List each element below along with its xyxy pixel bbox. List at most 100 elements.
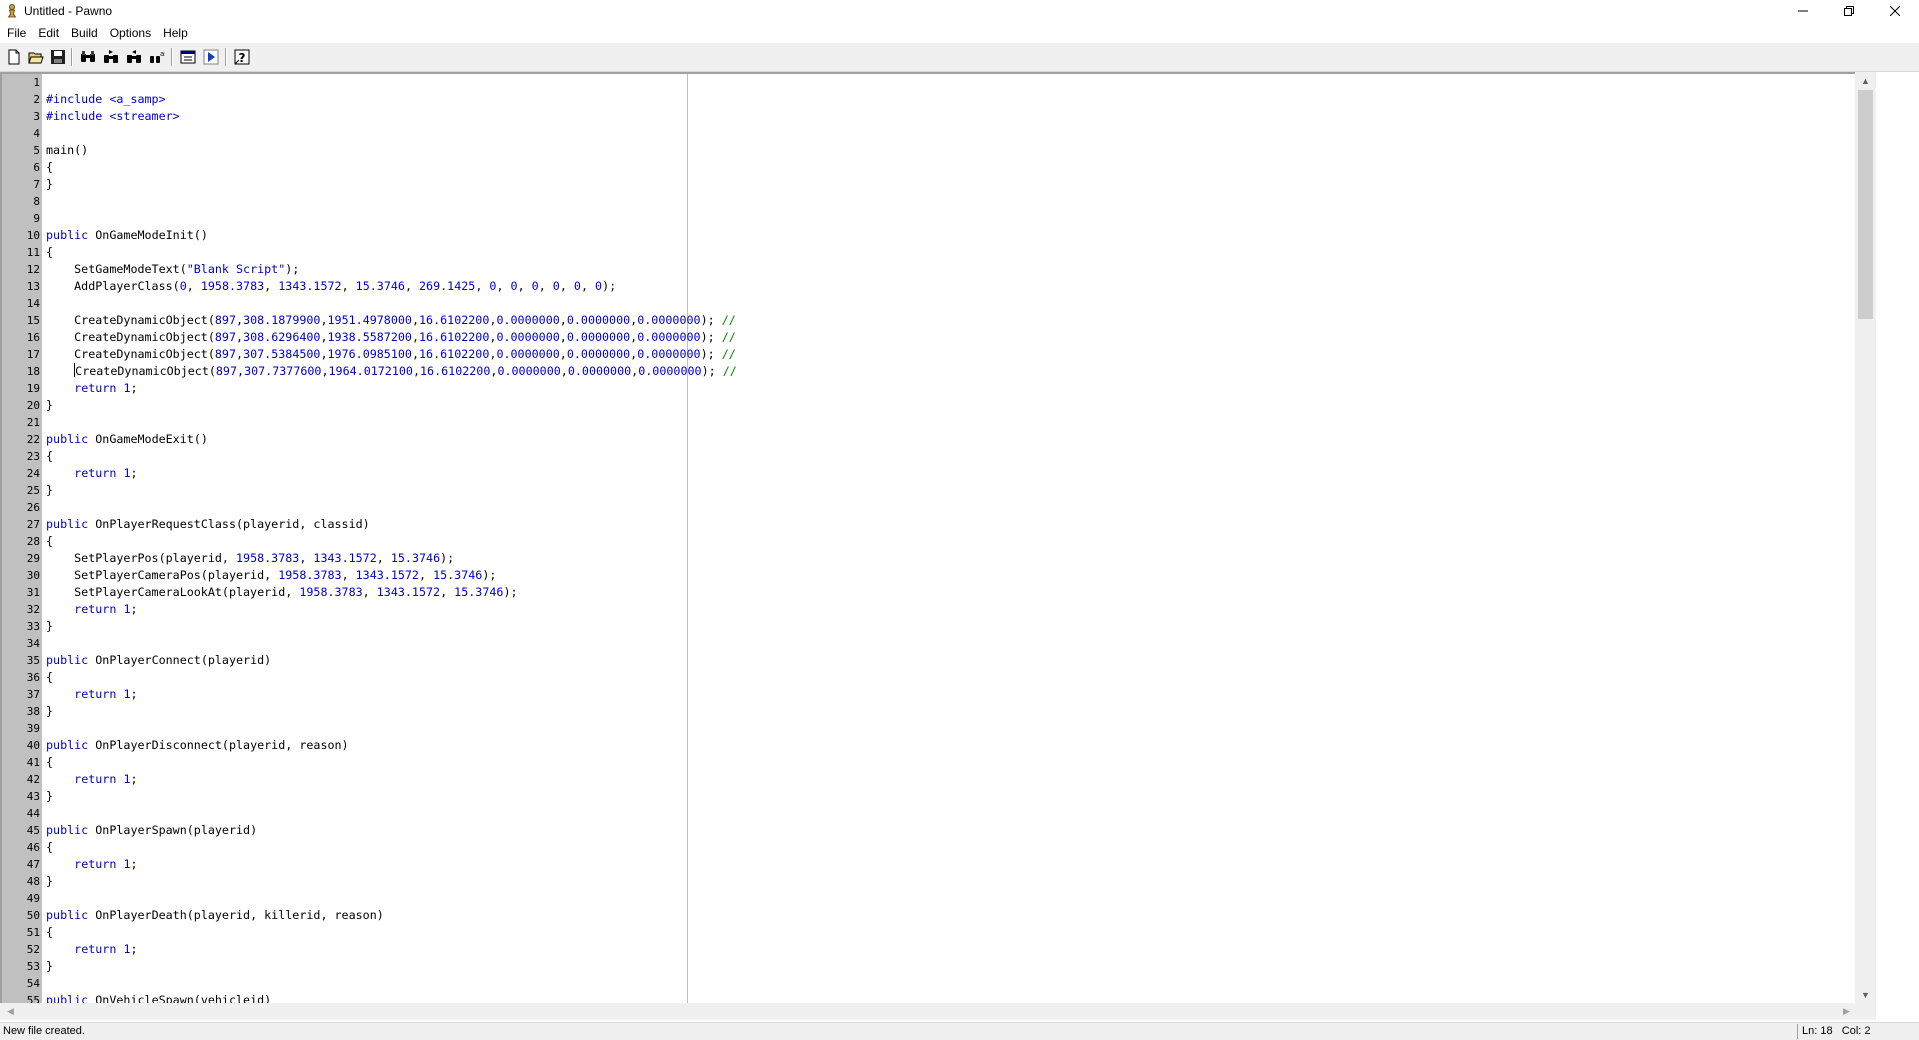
- code-line[interactable]: }: [46, 482, 53, 499]
- new-file-icon[interactable]: [4, 47, 24, 67]
- replace-icon[interactable]: ab: [147, 47, 167, 67]
- code-line[interactable]: return 1;: [46, 380, 137, 397]
- menu-edit[interactable]: Edit: [33, 23, 64, 43]
- code-line[interactable]: return 1;: [46, 686, 137, 703]
- line-number: 2: [33, 93, 40, 106]
- code-line[interactable]: SetGameModeText("Blank Script");: [46, 261, 299, 278]
- line-number: 4: [33, 127, 40, 140]
- code-line[interactable]: public OnPlayerDisconnect(playerid, reas…: [46, 737, 349, 754]
- line-number: 50: [26, 909, 40, 922]
- code-editor[interactable]: 1 2 3 4 5 6 7 8 9 10 11 12 13 14 15 16 17 18 19 20 21 22 23 24 2…: [0, 72, 1876, 1003]
- code-line[interactable]: return 1;: [46, 771, 137, 788]
- pawno-chess-pawn-icon: [7, 4, 17, 18]
- find-icon[interactable]: [78, 47, 98, 67]
- function-list-icon[interactable]: [178, 47, 198, 67]
- help-icon[interactable]: ?: [232, 47, 252, 67]
- code-line[interactable]: }: [46, 176, 53, 193]
- code-line[interactable]: return 1;: [46, 601, 137, 618]
- horizontal-scrollbar[interactable]: ◀ ▶: [0, 1003, 1876, 1020]
- code-line[interactable]: {: [46, 159, 53, 176]
- menu-options[interactable]: Options: [105, 23, 156, 43]
- code-line[interactable]: SetPlayerPos(playerid, 1958.3783, 1343.1…: [46, 550, 454, 567]
- find-previous-icon[interactable]: [124, 47, 144, 67]
- line-number: 8: [33, 195, 40, 208]
- line-number: 15: [26, 314, 40, 327]
- code-line[interactable]: {: [46, 924, 53, 941]
- line-number: 32: [26, 603, 40, 616]
- code-line[interactable]: {: [46, 448, 53, 465]
- line-number: 52: [26, 943, 40, 956]
- vertical-scrollbar[interactable]: ▲ ▼: [1855, 72, 1876, 1003]
- title-bar: Untitled - Pawno: [0, 0, 1919, 22]
- toolbar: ab ?: [0, 43, 1919, 72]
- find-next-icon[interactable]: [101, 47, 121, 67]
- code-line[interactable]: CreateDynamicObject(897,308.6296400,1938…: [46, 329, 736, 346]
- line-number: 12: [26, 263, 40, 276]
- line-number: 45: [26, 824, 40, 837]
- code-line[interactable]: {: [46, 754, 53, 771]
- code-line[interactable]: return 1;: [46, 465, 137, 482]
- line-number: 25: [26, 484, 40, 497]
- code-line[interactable]: return 1;: [46, 941, 137, 958]
- code-line[interactable]: {: [46, 244, 53, 261]
- vertical-scroll-thumb[interactable]: [1858, 90, 1873, 319]
- line-number: 21: [26, 416, 40, 429]
- right-margin-guide: [687, 74, 688, 1003]
- minimize-icon[interactable]: [1780, 0, 1826, 22]
- scroll-left-icon[interactable]: ◀: [2, 1003, 19, 1020]
- code-line[interactable]: }: [46, 397, 53, 414]
- menu-help[interactable]: Help: [158, 23, 193, 43]
- scroll-right-icon[interactable]: ▶: [1838, 1003, 1855, 1020]
- code-line[interactable]: #include <a_samp>: [46, 91, 166, 108]
- save-file-icon[interactable]: [48, 47, 68, 67]
- line-number: 35: [26, 654, 40, 667]
- line-number: 3: [33, 110, 40, 123]
- menu-file[interactable]: File: [2, 23, 31, 43]
- line-number: 9: [33, 212, 40, 225]
- compile-run-icon[interactable]: [201, 47, 221, 67]
- status-bar: New file created. Ln: 18 Col: 2: [0, 1022, 1919, 1040]
- code-line[interactable]: public OnPlayerConnect(playerid): [46, 652, 271, 669]
- code-line[interactable]: #include <streamer>: [46, 108, 180, 125]
- code-line[interactable]: SetPlayerCameraLookAt(playerid, 1958.378…: [46, 584, 517, 601]
- restore-icon[interactable]: [1826, 0, 1872, 22]
- code-line[interactable]: }: [46, 788, 53, 805]
- close-icon[interactable]: [1872, 0, 1918, 22]
- code-line[interactable]: CreateDynamicObject(897,308.1879900,1951…: [46, 312, 736, 329]
- line-number: 39: [26, 722, 40, 735]
- code-line[interactable]: public OnGameModeInit(): [46, 227, 208, 244]
- code-line[interactable]: }: [46, 958, 53, 975]
- line-number: 30: [26, 569, 40, 582]
- line-number: 53: [26, 960, 40, 973]
- code-line[interactable]: CreateDynamicObject(897,307.7377600,1964…: [46, 363, 737, 380]
- code-line[interactable]: }: [46, 873, 53, 890]
- line-number: 44: [26, 807, 40, 820]
- code-line[interactable]: public OnVehicleSpawn(vehicleid): [46, 992, 271, 1003]
- code-line[interactable]: public OnPlayerRequestClass(playerid, cl…: [46, 516, 370, 533]
- code-line[interactable]: AddPlayerClass(0, 1958.3783, 1343.1572, …: [46, 278, 616, 295]
- code-line[interactable]: {: [46, 533, 53, 550]
- line-number: 13: [26, 280, 40, 293]
- code-line[interactable]: main(): [46, 142, 88, 159]
- code-line[interactable]: public OnPlayerDeath(playerid, killerid,…: [46, 907, 384, 924]
- scroll-up-icon[interactable]: ▲: [1855, 72, 1876, 89]
- code-line[interactable]: }: [46, 618, 53, 635]
- code-line[interactable]: {: [46, 669, 53, 686]
- line-number: 20: [26, 399, 40, 412]
- svg-text:ab: ab: [160, 50, 165, 58]
- code-line[interactable]: public OnGameModeExit(): [46, 431, 208, 448]
- line-number: 10: [26, 229, 40, 242]
- code-line[interactable]: CreateDynamicObject(897,307.5384500,1976…: [46, 346, 736, 363]
- line-number: 46: [26, 841, 40, 854]
- line-number: 34: [26, 637, 40, 650]
- open-file-icon[interactable]: [26, 47, 46, 67]
- scroll-down-icon[interactable]: ▼: [1855, 986, 1876, 1003]
- code-line[interactable]: public OnPlayerSpawn(playerid): [46, 822, 257, 839]
- code-line[interactable]: {: [46, 839, 53, 856]
- menu-build[interactable]: Build: [66, 23, 103, 43]
- code-line[interactable]: SetPlayerCameraPos(playerid, 1958.3783, …: [46, 567, 496, 584]
- line-number: 24: [26, 467, 40, 480]
- code-line[interactable]: }: [46, 703, 53, 720]
- line-number: 26: [26, 501, 40, 514]
- code-line[interactable]: return 1;: [46, 856, 137, 873]
